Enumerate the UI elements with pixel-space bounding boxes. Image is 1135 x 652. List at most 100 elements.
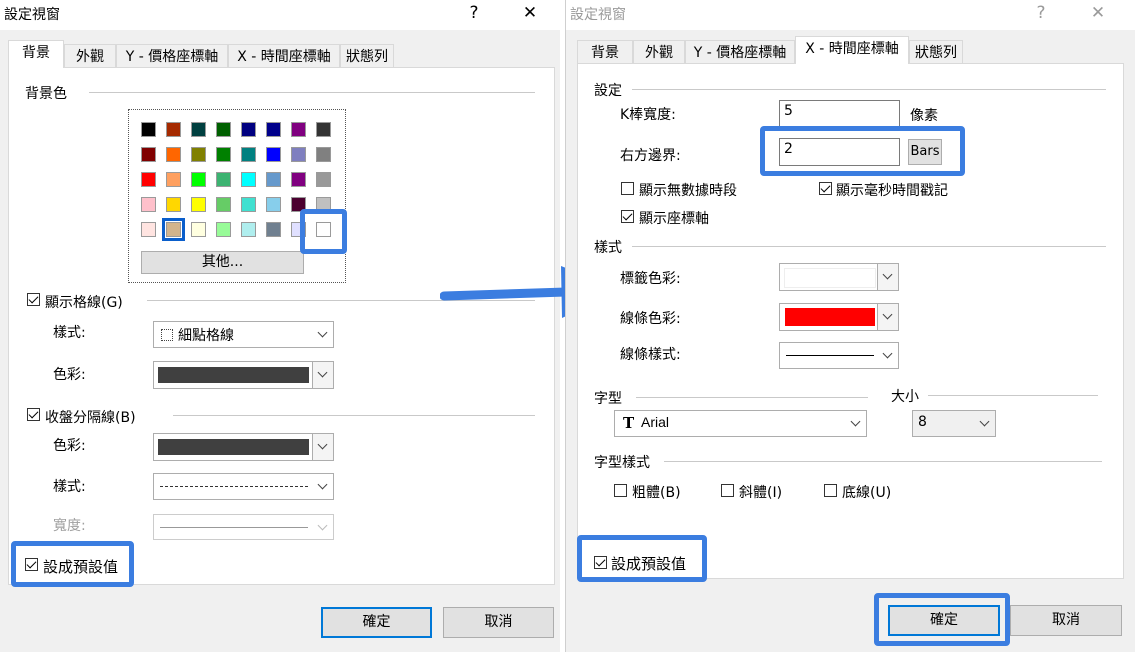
tab-x-axis[interactable]: X - 時間座標軸 bbox=[795, 36, 909, 64]
color-swatch[interactable] bbox=[166, 147, 181, 162]
set-default-checkbox[interactable] bbox=[594, 556, 607, 569]
settings-heading: 設定 bbox=[594, 83, 622, 99]
divider bbox=[632, 246, 1106, 247]
color-swatch[interactable] bbox=[166, 172, 181, 187]
color-swatch[interactable] bbox=[316, 172, 331, 187]
color-swatch[interactable] bbox=[141, 122, 156, 137]
cancel-button[interactable]: 取消 bbox=[443, 607, 554, 638]
help-icon[interactable]: ? bbox=[463, 3, 485, 23]
show-no-data-checkbox[interactable] bbox=[621, 182, 634, 195]
size-select[interactable]: 8 bbox=[912, 410, 996, 437]
session-separator-checkbox[interactable] bbox=[27, 408, 40, 421]
tab-appearance[interactable]: 外觀 bbox=[633, 40, 685, 64]
tab-status-bar[interactable]: 狀態列 bbox=[909, 40, 963, 64]
color-swatch[interactable] bbox=[191, 172, 206, 187]
tag-color-select[interactable] bbox=[779, 263, 899, 291]
color-swatch[interactable] bbox=[291, 172, 306, 187]
color-swatch[interactable] bbox=[216, 122, 231, 137]
color-swatch[interactable] bbox=[166, 197, 181, 212]
separator-style-select[interactable] bbox=[153, 473, 334, 500]
color-swatch[interactable] bbox=[241, 122, 256, 137]
color-swatch[interactable] bbox=[291, 197, 306, 212]
chevron-down-icon bbox=[312, 362, 333, 388]
color-swatch[interactable] bbox=[316, 147, 331, 162]
color-swatch[interactable] bbox=[162, 218, 185, 241]
color-swatch[interactable] bbox=[216, 147, 231, 162]
more-colors-button[interactable]: 其他... bbox=[141, 251, 304, 274]
font-style-heading: 字型樣式 bbox=[594, 455, 650, 471]
set-default-label: 設成預設值 bbox=[611, 555, 687, 573]
color-swatch[interactable] bbox=[216, 197, 231, 212]
cancel-button[interactable]: 取消 bbox=[1010, 605, 1122, 636]
color-swatch[interactable] bbox=[266, 197, 281, 212]
right-dialog: 設定視窗 ? ✕ 背景 外觀 Y - 價格座標軸 X - 時間座標軸 狀態列 設… bbox=[565, 0, 1135, 652]
set-default-checkbox[interactable] bbox=[25, 558, 38, 571]
color-swatch[interactable] bbox=[316, 122, 331, 137]
color-swatch[interactable] bbox=[216, 172, 231, 187]
solid-line-icon bbox=[160, 527, 308, 528]
color-swatch[interactable] bbox=[191, 222, 206, 237]
bar-width-input[interactable]: 5 bbox=[779, 100, 900, 128]
color-swatch[interactable] bbox=[141, 222, 156, 237]
separator-color-select[interactable] bbox=[153, 433, 334, 461]
color-swatch[interactable] bbox=[241, 147, 256, 162]
color-swatch[interactable] bbox=[166, 122, 181, 137]
color-swatch[interactable] bbox=[191, 197, 206, 212]
color-swatch[interactable] bbox=[241, 222, 256, 237]
show-axis-checkbox[interactable] bbox=[621, 210, 634, 223]
right-margin-input[interactable]: 2 bbox=[779, 138, 900, 166]
color-swatch[interactable] bbox=[266, 222, 281, 237]
grid-style-select[interactable]: 細點格線 bbox=[153, 321, 334, 348]
right-dialog-title: 設定視窗 bbox=[570, 7, 626, 23]
color-swatch[interactable] bbox=[216, 222, 231, 237]
color-swatch[interactable] bbox=[241, 172, 256, 187]
ok-button[interactable]: 確定 bbox=[888, 605, 1000, 636]
color-swatch[interactable] bbox=[191, 122, 206, 137]
font-select[interactable]: T Arial bbox=[614, 410, 867, 437]
show-gridlines-checkbox[interactable] bbox=[27, 293, 40, 306]
close-icon[interactable]: ✕ bbox=[1087, 3, 1109, 23]
dash-dot-line-icon bbox=[160, 486, 308, 487]
tab-x-axis[interactable]: X - 時間座標軸 bbox=[228, 44, 340, 68]
color-swatch[interactable] bbox=[266, 122, 281, 137]
line-style-select[interactable] bbox=[779, 342, 899, 369]
color-palette: 其他... bbox=[128, 109, 346, 283]
underline-checkbox[interactable] bbox=[824, 484, 837, 497]
grid-color-select[interactable] bbox=[153, 361, 334, 389]
tab-status-bar[interactable]: 狀態列 bbox=[340, 44, 394, 68]
tab-y-axis[interactable]: Y - 價格座標軸 bbox=[116, 44, 228, 68]
session-separator-label: 收盤分隔線(B) bbox=[45, 410, 136, 426]
color-swatch[interactable] bbox=[316, 197, 331, 212]
color-swatch[interactable] bbox=[191, 147, 206, 162]
chevron-down-icon bbox=[313, 515, 333, 539]
color-swatch[interactable] bbox=[291, 222, 306, 237]
color-swatch[interactable] bbox=[266, 147, 281, 162]
close-icon[interactable]: ✕ bbox=[519, 3, 541, 23]
line-color-select[interactable] bbox=[779, 303, 899, 331]
ok-button[interactable]: 確定 bbox=[321, 607, 432, 638]
color-swatch[interactable] bbox=[241, 197, 256, 212]
show-ms-checkbox[interactable] bbox=[819, 182, 832, 195]
tab-background[interactable]: 背景 bbox=[8, 40, 64, 68]
tab-background[interactable]: 背景 bbox=[577, 40, 633, 64]
help-icon[interactable]: ? bbox=[1030, 3, 1052, 23]
tab-y-axis[interactable]: Y - 價格座標軸 bbox=[685, 40, 795, 64]
color-swatch[interactable] bbox=[141, 197, 156, 212]
divider bbox=[636, 397, 868, 398]
background-color-heading: 背景色 bbox=[25, 86, 67, 102]
color-swatch[interactable] bbox=[266, 172, 281, 187]
chevron-down-icon bbox=[313, 322, 333, 347]
color-swatch[interactable] bbox=[141, 147, 156, 162]
tab-appearance[interactable]: 外觀 bbox=[64, 44, 116, 68]
color-swatch[interactable] bbox=[291, 147, 306, 162]
chevron-down-icon bbox=[846, 411, 866, 436]
color-swatch[interactable] bbox=[141, 172, 156, 187]
italic-checkbox[interactable] bbox=[721, 484, 734, 497]
color-swatch[interactable] bbox=[291, 122, 306, 137]
bold-checkbox[interactable] bbox=[614, 484, 627, 497]
color-swatch[interactable] bbox=[316, 222, 331, 237]
grid-color-swatch bbox=[158, 367, 309, 383]
set-default-label: 設成預設值 bbox=[43, 558, 119, 576]
tag-color-swatch bbox=[784, 268, 876, 288]
right-margin-unit-button[interactable]: Bars bbox=[908, 139, 942, 165]
